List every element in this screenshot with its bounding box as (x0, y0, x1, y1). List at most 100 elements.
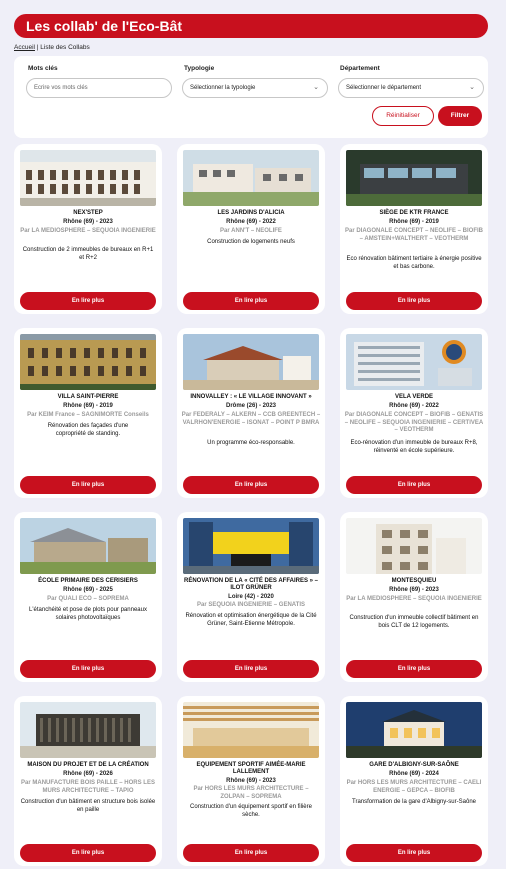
collab-card: LES JARDINS D'ALICIA Rhône (69) - 2022 P… (177, 144, 325, 314)
reset-button[interactable]: Réinitialiser (372, 106, 434, 126)
collab-card: VELA VERDE Rhône (69) - 2022 Par DIAGONA… (340, 328, 488, 498)
card-location: Rhône (69) - 2023 (226, 778, 276, 784)
card-location: Rhône (69) - 2022 (226, 219, 276, 225)
read-more-button[interactable]: En lire plus (346, 844, 482, 862)
card-description: Eco rénovation bâtiment tertiaire à éner… (346, 256, 482, 270)
read-more-button[interactable]: En lire plus (346, 292, 482, 310)
project-image (183, 518, 319, 574)
project-image (20, 518, 156, 574)
project-image (346, 150, 482, 206)
card-title: MAISON DU PROJET ET DE LA CRÉATION (27, 762, 149, 768)
typology-select[interactable]: Sélectionner la typologie ⌄ (182, 78, 328, 98)
collab-card: MONTESQUIEU Rhône (69) - 2023 Par LA MED… (340, 512, 488, 682)
card-partners: Par SEQUOIA INGENIERIE – GENATIS (196, 602, 306, 608)
card-location: Rhône (69) - 2023 (63, 219, 113, 225)
project-image (346, 702, 482, 758)
card-location: Rhône (69) - 2025 (63, 587, 113, 593)
card-description: Construction de logements neufs (207, 239, 295, 245)
card-description: Eco-rénovation d'un immeuble de bureaux … (350, 440, 478, 454)
read-more-button[interactable]: En lire plus (20, 844, 156, 862)
card-description: Construction d'un immeuble collectif bât… (349, 615, 479, 629)
card-partners: Par KEIM France – SAGNIMORTE Conseils (27, 412, 149, 418)
card-description: Construction d'un bâtiment en structure … (20, 799, 156, 813)
read-more-button[interactable]: En lire plus (183, 476, 319, 494)
project-image (183, 334, 319, 390)
chevron-down-icon: ⌄ (469, 84, 475, 91)
project-image (183, 150, 319, 206)
read-more-button[interactable]: En lire plus (20, 292, 156, 310)
card-title: ÉCOLE PRIMAIRE DES CERISIERS (38, 578, 138, 584)
breadcrumb: Accueil | Liste des Collabs (14, 44, 90, 51)
card-description: Construction d'un équipement sportif en … (190, 804, 312, 818)
collab-card: ÉCOLE PRIMAIRE DES CERISIERS Rhône (69) … (14, 512, 162, 682)
department-label: Département (340, 65, 380, 72)
card-partners: Par ANN'T – NEOLIFE (220, 228, 282, 234)
read-more-button[interactable]: En lire plus (183, 660, 319, 678)
card-location: Loire (42) - 2020 (228, 594, 274, 600)
read-more-button[interactable]: En lire plus (20, 660, 156, 678)
card-location: Rhône (69) - 2019 (389, 219, 439, 225)
card-title: VILLA SAINT-PIERRE (57, 394, 119, 400)
card-partners: Par QUALI ECO – SOPREMA (47, 596, 129, 602)
page-title: Les collab' de l'Eco-Bât (14, 14, 488, 38)
card-location: Drôme (26) - 2023 (225, 403, 277, 409)
card-partners: Par DIAGONALE CONCEPT – NEOLIFE – BIOFIB… (344, 228, 484, 242)
collab-card: VILLA SAINT-PIERRE Rhône (69) - 2019 Par… (14, 328, 162, 498)
card-location: Rhône (69) - 2023 (389, 587, 439, 593)
project-image (20, 150, 156, 206)
card-description: L'étanchéité et pose de plots pour panne… (29, 607, 147, 621)
card-partners: Par LA MEDIOSPHERE – SEQUOIA INGENIERIE (346, 596, 482, 602)
breadcrumb-current: Liste des Collabs (40, 44, 90, 51)
chevron-down-icon: ⌄ (313, 84, 319, 91)
card-description: Construction de 2 immeubles de bureaux e… (22, 247, 154, 261)
collab-card: SIÈGE DE KTR FRANCE Rhône (69) - 2019 Pa… (340, 144, 488, 314)
filter-panel: Mots clés Ecrire vos mots clés Typologie… (14, 56, 488, 138)
project-image (346, 518, 482, 574)
typology-select-value: Sélectionner la typologie (190, 85, 256, 91)
card-title: SIÈGE DE KTR FRANCE (379, 210, 449, 216)
collab-card: MAISON DU PROJET ET DE LA CRÉATION Rhône… (14, 696, 162, 866)
card-title: VELA VERDE (394, 394, 434, 400)
card-title: LES JARDINS D'ALICIA (217, 210, 285, 216)
card-description: Rénovation des façades d'une copropriété… (47, 423, 129, 437)
page-frame: Les collab' de l'Eco-Bât Accueil | Liste… (6, 6, 500, 869)
breadcrumb-home-link[interactable]: Accueil (14, 44, 35, 51)
filter-button[interactable]: Filtrer (438, 106, 482, 126)
card-partners: Par HORS LES MURS ARCHITECTURE – CAELI E… (346, 780, 482, 794)
card-location: Rhône (69) - 2019 (63, 403, 113, 409)
project-image (346, 334, 482, 390)
read-more-button[interactable]: En lire plus (346, 660, 482, 678)
card-title: EQUIPEMENT SPORTIF AIMÉE-MARIE LALLEMENT (196, 762, 306, 775)
card-title: MONTESQUIEU (391, 578, 437, 584)
card-partners: Par LA MEDIOSPHERE – SEQUOIA INGENIERIE (20, 228, 156, 234)
keywords-input[interactable]: Ecrire vos mots clés (26, 78, 172, 98)
typology-label: Typologie (184, 65, 215, 72)
card-description: Un programme éco-responsable. (207, 440, 295, 446)
department-select[interactable]: Sélectionner le département ⌄ (338, 78, 484, 98)
keywords-label: Mots clés (28, 65, 58, 72)
collab-card: INNOVALLEY : « LE VILLAGE INNOVANT » Drô… (177, 328, 325, 498)
card-title: NEX'STEP (73, 210, 103, 216)
read-more-button[interactable]: En lire plus (346, 476, 482, 494)
read-more-button[interactable]: En lire plus (183, 844, 319, 862)
card-title: INNOVALLEY : « LE VILLAGE INNOVANT » (190, 394, 312, 400)
project-image (20, 702, 156, 758)
card-location: Rhône (69) - 2024 (389, 771, 439, 777)
card-partners: Par HORS LES MURS ARCHITECTURE – ZOLPAN … (193, 786, 309, 800)
project-image (20, 334, 156, 390)
collab-card: GARE D'ALBIGNY-SUR-SAÔNE Rhône (69) - 20… (340, 696, 488, 866)
project-image (183, 702, 319, 758)
card-partners: Par DIAGONALE CONCEPT – BIOFIB – GENATIS… (344, 412, 484, 433)
card-description: Transformation de la gare d'Albigny-sur-… (352, 799, 476, 805)
card-title: GARE D'ALBIGNY-SUR-SAÔNE (369, 762, 459, 768)
card-partners: Par FEDERALY – ALKERN – CCB GREENTECH – … (181, 412, 321, 426)
card-location: Rhône (69) - 2022 (389, 403, 439, 409)
read-more-button[interactable]: En lire plus (20, 476, 156, 494)
card-partners: Par MANUFACTURE BOIS PAILLE – HORS LES M… (21, 780, 155, 794)
card-location: Rhône (69) - 2026 (63, 771, 113, 777)
card-title: RÉNOVATION DE LA « CITÉ DES AFFAIRES » –… (183, 578, 319, 591)
collab-card: RÉNOVATION DE LA « CITÉ DES AFFAIRES » –… (177, 512, 325, 682)
department-select-value: Sélectionner le département (346, 85, 422, 91)
read-more-button[interactable]: En lire plus (183, 292, 319, 310)
collab-card: EQUIPEMENT SPORTIF AIMÉE-MARIE LALLEMENT… (177, 696, 325, 866)
